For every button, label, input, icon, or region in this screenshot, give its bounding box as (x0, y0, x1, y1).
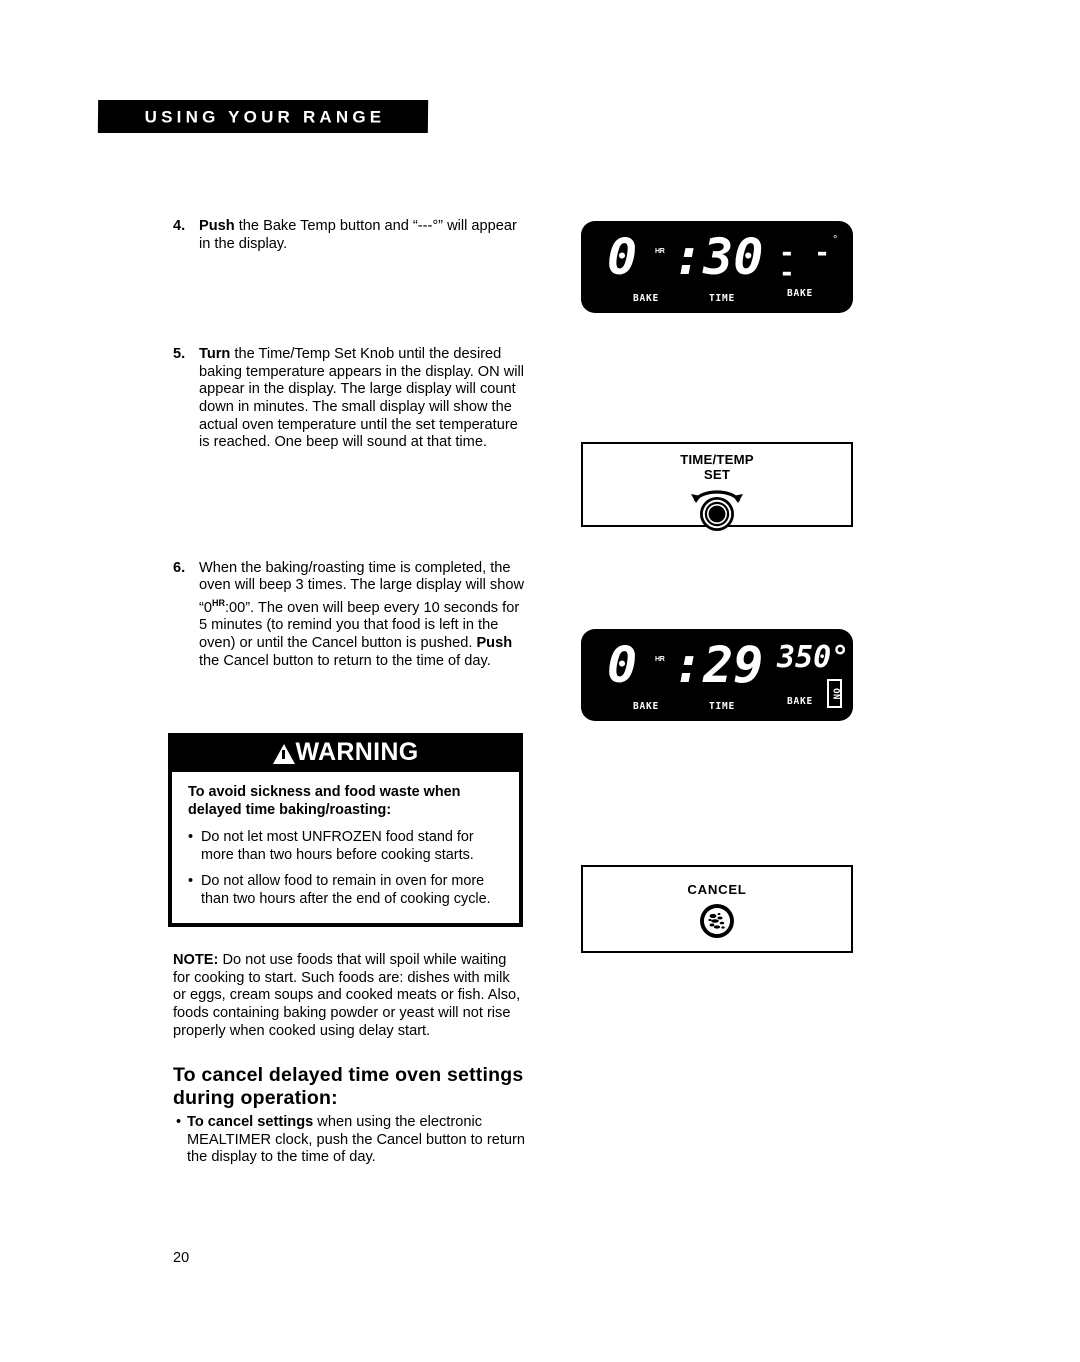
note-paragraph: NOTE: Do not use foods that will spoil w… (173, 952, 525, 1041)
note-text: Do not use foods that will spoil while w… (173, 952, 521, 1039)
display1-label-bake-right: BAKE (787, 288, 814, 299)
display2-hour-digit: 0 (607, 636, 639, 694)
step-6-text-part3: the Cancel button to return to the time … (199, 652, 491, 669)
cancel-button-texture (704, 908, 730, 935)
bullet-marker-icon: • (188, 829, 194, 846)
warning-body: To avoid sickness and food waste when de… (170, 772, 521, 925)
step-number-5: 5. (173, 346, 186, 363)
time-temp-set-knob[interactable] (691, 490, 743, 532)
step-5-text: the Time/Temp Set Knob until the desired… (199, 346, 525, 451)
knob-area (583, 482, 851, 540)
figure-time-temp-set-panel: TIME/TEMP SET (581, 442, 853, 531)
display1-minutes: :30 (673, 228, 764, 286)
step-item-4: 4. Push the Bake Temp button and “---°” … (173, 218, 525, 253)
step-6-hr-superscript: HR (211, 597, 225, 608)
display2-hr-marker: HR (655, 656, 665, 663)
step-item-6: 6. When the baking/roasting time is compl… (173, 560, 525, 670)
warning-bullet-2-text: Do not allow food to remain in oven for … (201, 873, 491, 907)
figure-cancel-panel-top: CANCEL (581, 865, 853, 953)
warning-bullet-1: • Do not let most UNFROZEN food stand fo… (188, 829, 505, 864)
warning-box: WARNING To avoid sickness and food waste… (168, 733, 523, 927)
display1-hour-digit: 0 (607, 228, 639, 286)
step-number-4: 4. (173, 218, 186, 234)
warning-header: WARNING (170, 735, 521, 772)
warning-lead-text: To avoid sickness and food waste when de… (188, 784, 461, 818)
rotate-arrow-icon (691, 490, 743, 503)
warning-triangle-icon (272, 743, 295, 764)
display2-minutes: :29 (673, 636, 764, 694)
warning-bullet-1-text: Do not let most UNFROZEN food stand for … (201, 829, 474, 863)
display2-temperature: 350° (777, 640, 850, 675)
display1-hr-marker: HR (655, 248, 665, 255)
bullet-marker-icon: • (188, 873, 194, 890)
bullet-marker-icon: • (176, 1114, 182, 1130)
cancel-button[interactable] (700, 904, 734, 939)
step-6-push-bold: Push (476, 634, 513, 651)
display2-label-bake-right: BAKE (787, 696, 814, 707)
subsection-bullet: • To cancel settings when using the elec… (176, 1114, 539, 1167)
warning-bullet-2: • Do not allow food to remain in oven fo… (188, 873, 505, 908)
step-5-lead: Turn (199, 346, 231, 363)
subsection-heading: To cancel delayed time oven settings dur… (173, 1064, 524, 1109)
step-4-lead: Push (199, 218, 235, 234)
figure-display-baking-active: 0 HR :29 350° BAKE TIME BAKE ON (581, 629, 853, 721)
step-6-text-part2: :00”. The oven will beep every 10 second… (199, 599, 520, 651)
display1-temp-dashes: - - - (779, 238, 832, 288)
subsection-bullet-bold: To cancel settings (187, 1114, 314, 1130)
page-number: 20 (173, 1250, 190, 1266)
step-4-text: the Bake Temp button and “---°” will app… (199, 218, 517, 252)
manual-page: USING YOUR RANGE 4. Push the Bake Temp b… (0, 0, 1080, 1362)
display1-label-bake-left: BAKE (633, 293, 660, 304)
display2-label-time: TIME (709, 701, 736, 712)
note-label: NOTE: (173, 952, 219, 968)
step-number-6: 6. (173, 559, 186, 576)
display2-on-indicator: ON (827, 679, 842, 708)
display2-label-bake-left: BAKE (633, 701, 660, 712)
display2-on-indicator-label: ON (830, 687, 840, 700)
section-banner-label: USING YOUR RANGE (144, 107, 386, 126)
step-item-5: 5. Turn the Time/Temp Set Knob until the… (173, 346, 525, 452)
instructions-column: 4. Push the Bake Temp button and “---°” … (173, 218, 525, 670)
time-temp-set-label: TIME/TEMP SET (680, 452, 754, 482)
figure-display-bake-temp-pending: 0 HR :30 - - - ° BAKE TIME BAKE (581, 221, 853, 313)
section-banner: USING YOUR RANGE (97, 100, 429, 133)
cancel-label-top: CANCEL (687, 882, 747, 897)
cancel-button-area-top (583, 896, 851, 948)
display1-label-time: TIME (709, 293, 736, 304)
display1-degree-symbol: ° (833, 234, 838, 246)
warning-title: WARNING (295, 738, 419, 766)
